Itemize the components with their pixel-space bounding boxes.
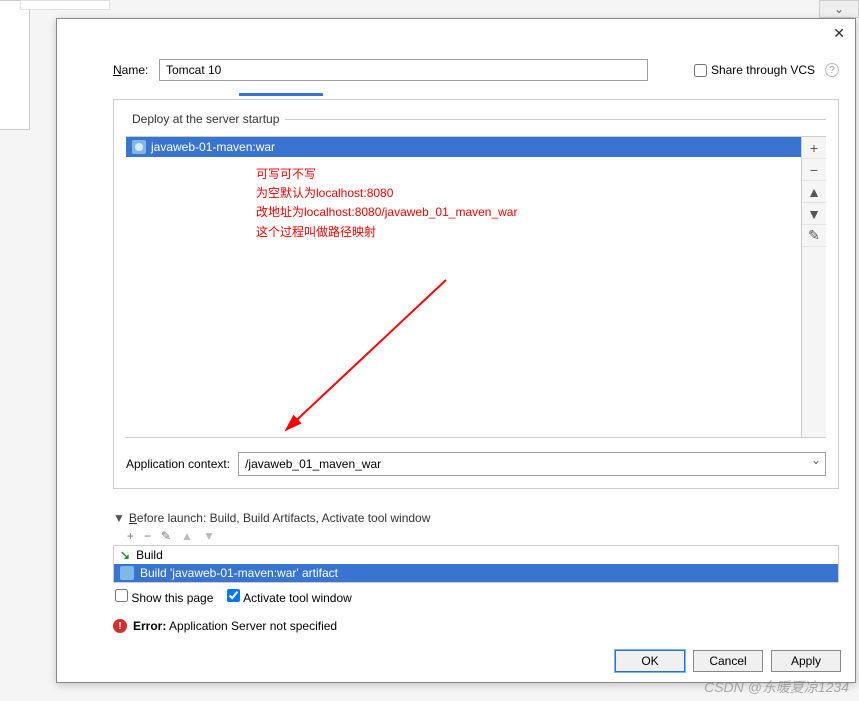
artifact-box: javaweb-01-maven:war 可写可不写 为空默认为localhos…: [126, 136, 826, 438]
share-vcs-checkbox[interactable]: Share through VCS: [694, 63, 815, 77]
before-launch-section: ▼ Before launch: Build, Build Artifacts,…: [113, 511, 839, 611]
help-icon[interactable]: ?: [825, 63, 839, 77]
app-context-label: Application context:: [126, 457, 230, 471]
before-launch-header[interactable]: ▼ Before launch: Build, Build Artifacts,…: [113, 511, 839, 525]
run-config-dialog: ✕ Name: Share through VCS ? Deploy at th…: [56, 18, 856, 683]
anno-4: 这个过程叫做路径映射: [256, 223, 517, 242]
deploy-startup-group: Deploy at the server startup javaweb-01-…: [126, 112, 826, 438]
activate-tool-label: Activate tool window: [243, 591, 352, 605]
bl-build-label: Build: [136, 548, 163, 562]
error-text: Error: Application Server not specified: [133, 619, 337, 633]
bl-add-button[interactable]: +: [127, 529, 134, 543]
before-launch-toolbar: + − ✎ ▲ ▼: [113, 525, 839, 545]
add-artifact-button[interactable]: +: [802, 137, 826, 159]
arrow-annotation: [276, 275, 456, 455]
artifact-icon: [120, 566, 134, 580]
collapse-caret-icon: ▼: [113, 511, 125, 525]
left-panel-stub: [0, 0, 30, 130]
share-vcs-label: Share through VCS: [711, 63, 815, 77]
down-artifact-button[interactable]: ▼: [802, 203, 826, 225]
activate-tool-checkbox[interactable]: Activate tool window: [227, 589, 351, 605]
chevron-down-icon: ⌄: [834, 2, 844, 16]
up-artifact-button[interactable]: ▲: [802, 181, 826, 203]
error-row: ! Error: Application Server not specifie…: [113, 619, 839, 633]
app-context-input[interactable]: [239, 453, 807, 475]
hammer-icon: ↘: [120, 548, 130, 562]
bl-row-build[interactable]: ↘ Build: [114, 546, 838, 564]
remove-artifact-button[interactable]: −: [802, 159, 826, 181]
deployment-panel: Deploy at the server startup javaweb-01-…: [113, 99, 839, 489]
bl-edit-button[interactable]: ✎: [161, 529, 171, 543]
show-page-checkbox[interactable]: Show this page: [115, 589, 213, 605]
active-tab-indicator: [239, 93, 323, 96]
bl-down-button[interactable]: ▼: [203, 529, 215, 543]
right-dropdown-stub[interactable]: ⌄: [819, 0, 859, 18]
artifact-list[interactable]: javaweb-01-maven:war 可写可不写 为空默认为localhos…: [126, 137, 802, 437]
apply-button[interactable]: Apply: [771, 650, 841, 672]
artifact-side-buttons: + − ▲ ▼ ✎: [802, 137, 826, 437]
share-vcs-box[interactable]: [694, 64, 707, 77]
name-label: Name:: [113, 63, 153, 77]
cancel-button[interactable]: Cancel: [693, 650, 763, 672]
annotation-text: 可写可不写 为空默认为localhost:8080 改地址为localhost:…: [256, 165, 517, 242]
before-launch-title: efore launch: Build, Build Artifacts, Ac…: [137, 511, 431, 525]
name-row: Name: Share through VCS ?: [57, 19, 855, 81]
artifact-label: javaweb-01-maven:war: [151, 140, 275, 154]
artifact-icon: [132, 140, 146, 154]
bl-artifact-label: Build 'javaweb-01-maven:war' artifact: [140, 566, 338, 580]
artifact-body: 可写可不写 为空默认为localhost:8080 改地址为localhost:…: [126, 157, 801, 437]
bl-remove-button[interactable]: −: [144, 529, 151, 543]
error-icon: !: [113, 619, 127, 633]
deploy-legend: Deploy at the server startup: [126, 112, 285, 126]
app-context-dropdown-icon[interactable]: ⌄: [807, 453, 825, 475]
show-page-label: Show this page: [131, 591, 213, 605]
name-input[interactable]: [159, 59, 648, 81]
dialog-buttons: OK Cancel Apply: [615, 650, 841, 672]
edit-artifact-button[interactable]: ✎: [802, 225, 826, 247]
before-launch-list[interactable]: ↘ Build Build 'javaweb-01-maven:war' art…: [113, 545, 839, 583]
anno-2: 为空默认为localhost:8080: [256, 184, 517, 203]
app-context-row: Application context: ⌄: [126, 452, 826, 476]
bl-checks-row: Show this page Activate tool window: [113, 583, 839, 611]
watermark: CSDN @东暖夏凉1234: [704, 677, 849, 697]
bl-up-button[interactable]: ▲: [181, 529, 193, 543]
ok-button[interactable]: OK: [615, 650, 685, 672]
top-panel-stub: [20, 0, 110, 10]
artifact-row-selected[interactable]: javaweb-01-maven:war: [126, 137, 801, 157]
anno-1: 可写可不写: [256, 165, 517, 184]
bl-row-artifact[interactable]: Build 'javaweb-01-maven:war' artifact: [114, 564, 838, 582]
close-icon[interactable]: ✕: [833, 25, 845, 42]
anno-3: 改地址为localhost:8080/javaweb_01_maven_war: [256, 203, 517, 222]
